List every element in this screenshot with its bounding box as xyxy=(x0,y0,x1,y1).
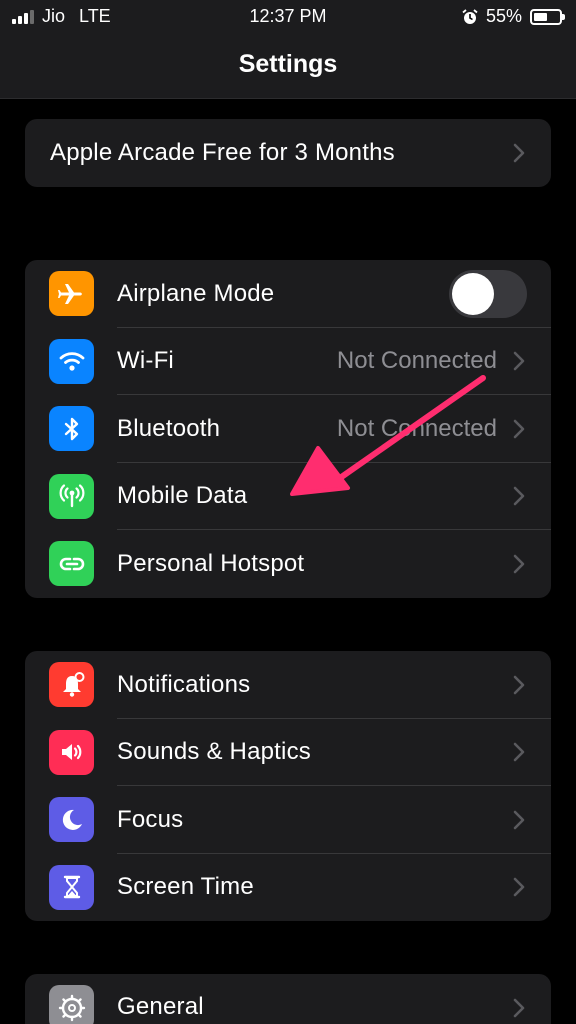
chevron-right-icon xyxy=(513,810,525,830)
settings-row-wifi[interactable]: Wi-Fi Not Connected xyxy=(25,328,551,395)
alarm-icon xyxy=(462,8,478,24)
status-bar: Jio LTE 12:37 PM 55% xyxy=(0,0,576,34)
navigation-bar: Settings xyxy=(0,34,576,99)
settings-row-screen-time[interactable]: Screen Time xyxy=(25,854,551,922)
battery-percent: 55% xyxy=(485,6,522,26)
notifications-group: Notifications Sounds & Haptics Focus Scr… xyxy=(25,651,551,921)
bluetooth-icon xyxy=(49,406,94,452)
speaker-icon xyxy=(49,729,94,775)
mobile-data-label: Mobile Data xyxy=(117,482,248,510)
apple-arcade-label: Apple Arcade Free for 3 Months xyxy=(50,138,395,166)
chevron-right-icon xyxy=(513,742,525,762)
page-title: Settings xyxy=(238,50,338,78)
notifications-label: Notifications xyxy=(117,670,251,698)
wifi-icon xyxy=(49,338,94,384)
status-right: 55% xyxy=(462,6,565,27)
battery-icon xyxy=(530,8,565,25)
chevron-right-icon xyxy=(513,351,525,371)
settings-row-airplane-mode[interactable]: Airplane Mode xyxy=(25,260,551,328)
general-label: General xyxy=(117,993,204,1020)
airplane-mode-label: Airplane Mode xyxy=(117,279,275,307)
sounds-haptics-label: Sounds & Haptics xyxy=(117,738,311,766)
bluetooth-label: Bluetooth xyxy=(117,414,221,442)
notification-bell-icon xyxy=(49,662,94,708)
connectivity-group: Airplane Mode Wi-Fi Not Connected Blueto… xyxy=(25,260,551,598)
screen-time-label: Screen Time xyxy=(117,873,254,901)
settings-row-focus[interactable]: Focus xyxy=(25,786,551,854)
airplane-mode-toggle[interactable] xyxy=(449,269,527,318)
chevron-right-icon xyxy=(513,675,525,695)
settings-row-bluetooth[interactable]: Bluetooth Not Connected xyxy=(25,395,551,463)
bluetooth-status-value: Not Connected xyxy=(336,414,497,442)
chevron-right-icon xyxy=(513,998,525,1018)
promo-group: Apple Arcade Free for 3 Months xyxy=(25,119,551,187)
gear-icon xyxy=(49,985,94,1024)
chevron-right-icon xyxy=(513,877,525,897)
toggle-knob xyxy=(452,272,494,315)
settings-row-notifications[interactable]: Notifications xyxy=(25,651,551,719)
focus-label: Focus xyxy=(117,805,184,833)
antenna-icon xyxy=(49,473,94,519)
chevron-right-icon xyxy=(513,419,525,439)
wifi-label: Wi-Fi xyxy=(117,347,174,375)
settings-row-mobile-data[interactable]: Mobile Data xyxy=(25,463,551,530)
link-icon xyxy=(49,541,94,587)
moon-icon xyxy=(49,797,94,843)
battery-level-fill xyxy=(534,12,548,21)
settings-row-sounds-haptics[interactable]: Sounds & Haptics xyxy=(25,719,551,786)
wifi-status-value: Not Connected xyxy=(336,347,497,375)
personal-hotspot-label: Personal Hotspot xyxy=(117,549,305,577)
general-group: General xyxy=(25,974,551,1024)
airplane-icon xyxy=(49,271,94,317)
chevron-right-icon xyxy=(513,143,525,163)
settings-row-general[interactable]: General xyxy=(25,974,551,1024)
settings-row-personal-hotspot[interactable]: Personal Hotspot xyxy=(25,530,551,598)
hourglass-icon xyxy=(49,864,94,910)
apple-arcade-promo-row[interactable]: Apple Arcade Free for 3 Months xyxy=(25,119,551,187)
chevron-right-icon xyxy=(513,486,525,506)
chevron-right-icon xyxy=(513,554,525,574)
